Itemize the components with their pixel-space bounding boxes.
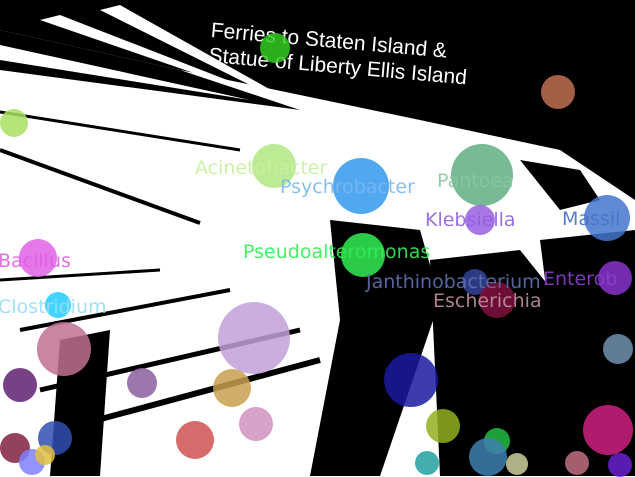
bubble bbox=[37, 322, 91, 376]
label-enterobacter: Enterob bbox=[543, 268, 618, 290]
label-bacillus: Bacillus bbox=[0, 250, 71, 272]
label-psychrobacter: Psychrobacter bbox=[280, 176, 415, 198]
label-pantoea: Pantoea bbox=[437, 170, 514, 192]
bubble bbox=[127, 368, 157, 398]
bubble bbox=[260, 33, 290, 63]
label-klebsiella: Klebsiella bbox=[425, 209, 516, 231]
label-clostridium: Clostridium bbox=[0, 296, 107, 318]
label-escherichia: Escherichia bbox=[433, 290, 542, 312]
bubble bbox=[213, 369, 251, 407]
bubble bbox=[35, 445, 55, 465]
bubble bbox=[239, 407, 273, 441]
bubble bbox=[469, 438, 507, 476]
bubble bbox=[506, 453, 528, 475]
bubble bbox=[415, 451, 439, 475]
bubble bbox=[3, 368, 37, 402]
label-massilia: Massil bbox=[562, 208, 621, 230]
bubble bbox=[541, 75, 575, 109]
bubble bbox=[603, 334, 633, 364]
bubble bbox=[218, 302, 290, 374]
bubble bbox=[384, 353, 438, 407]
bubble bbox=[565, 451, 589, 475]
bubble bbox=[176, 421, 214, 459]
bubble bbox=[0, 109, 28, 137]
bubble bbox=[426, 409, 460, 443]
bubble bbox=[583, 405, 633, 455]
label-pseudoalteromonas: Pseudoalteromonas bbox=[243, 241, 431, 263]
bubble bbox=[608, 453, 632, 477]
